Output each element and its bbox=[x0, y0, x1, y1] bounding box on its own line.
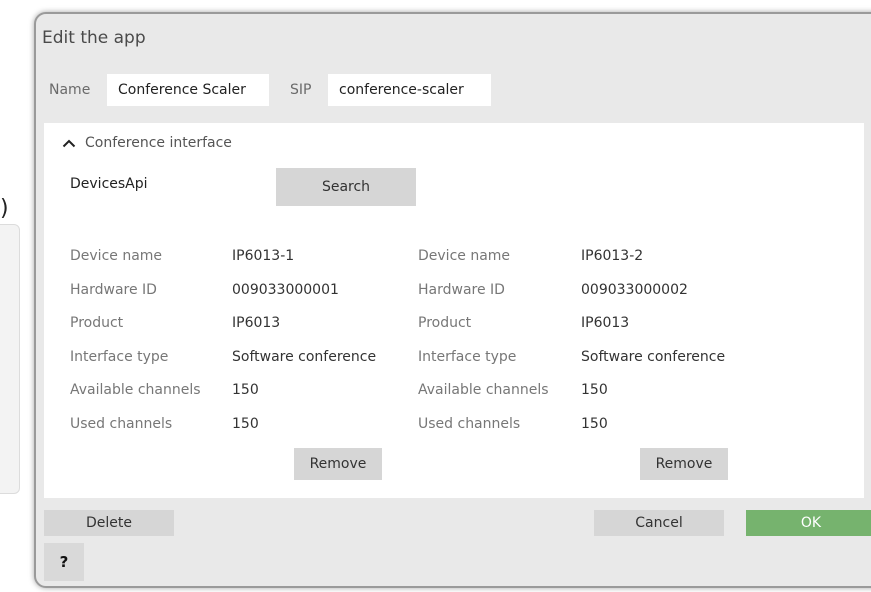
search-button[interactable]: Search bbox=[276, 168, 416, 206]
ok-button[interactable]: OK bbox=[746, 510, 871, 536]
delete-button[interactable]: Delete bbox=[44, 510, 174, 536]
row-value: IP6013 bbox=[581, 315, 630, 331]
background-panel bbox=[0, 224, 20, 494]
row-label: Device name bbox=[418, 248, 511, 264]
row-label: Product bbox=[70, 315, 124, 331]
row-label: Device name bbox=[70, 248, 163, 264]
row-value: 150 bbox=[581, 382, 608, 398]
row-value: Software conference bbox=[581, 349, 726, 365]
row-value: IP6013-2 bbox=[581, 248, 644, 264]
row-label: Used channels bbox=[418, 416, 521, 432]
api-label: DevicesApi bbox=[70, 176, 148, 192]
remove-device-2-button[interactable]: Remove bbox=[640, 448, 728, 480]
row-label: Interface type bbox=[70, 349, 169, 365]
row-value: IP6013-1 bbox=[232, 248, 295, 264]
row-label: Product bbox=[418, 315, 472, 331]
row-value: 150 bbox=[232, 382, 259, 398]
remove-device-1-button[interactable]: Remove bbox=[294, 448, 382, 480]
row-label: Used channels bbox=[70, 416, 173, 432]
help-button[interactable]: ? bbox=[44, 543, 84, 581]
row-value: 009033000002 bbox=[581, 282, 688, 298]
row-value: 150 bbox=[581, 416, 608, 432]
edit-app-dialog: Edit the app Name Conference Scaler SIP … bbox=[34, 12, 871, 588]
dialog-title: Edit the app bbox=[42, 28, 146, 48]
section-title: Conference interface bbox=[85, 135, 232, 151]
row-value: 009033000001 bbox=[232, 282, 339, 298]
row-value: IP6013 bbox=[232, 315, 281, 331]
row-label: Available channels bbox=[70, 382, 201, 398]
row-value: 150 bbox=[232, 416, 259, 432]
section-header[interactable]: Conference interface bbox=[62, 135, 232, 151]
chevron-up-icon[interactable] bbox=[62, 139, 76, 148]
cancel-button[interactable]: Cancel bbox=[594, 510, 724, 536]
row-label: Hardware ID bbox=[70, 282, 157, 298]
row-value: Software conference bbox=[232, 349, 377, 365]
sip-label: SIP bbox=[290, 82, 312, 98]
row-label: Hardware ID bbox=[418, 282, 505, 298]
background-paren: ) bbox=[0, 196, 9, 221]
conference-interface-panel: Conference interface DevicesApi Search D… bbox=[44, 123, 864, 498]
row-label: Available channels bbox=[418, 382, 549, 398]
name-label: Name bbox=[49, 82, 91, 98]
name-field[interactable]: Conference Scaler bbox=[107, 74, 269, 106]
row-label: Interface type bbox=[418, 349, 517, 365]
sip-field[interactable]: conference-scaler bbox=[328, 74, 491, 106]
